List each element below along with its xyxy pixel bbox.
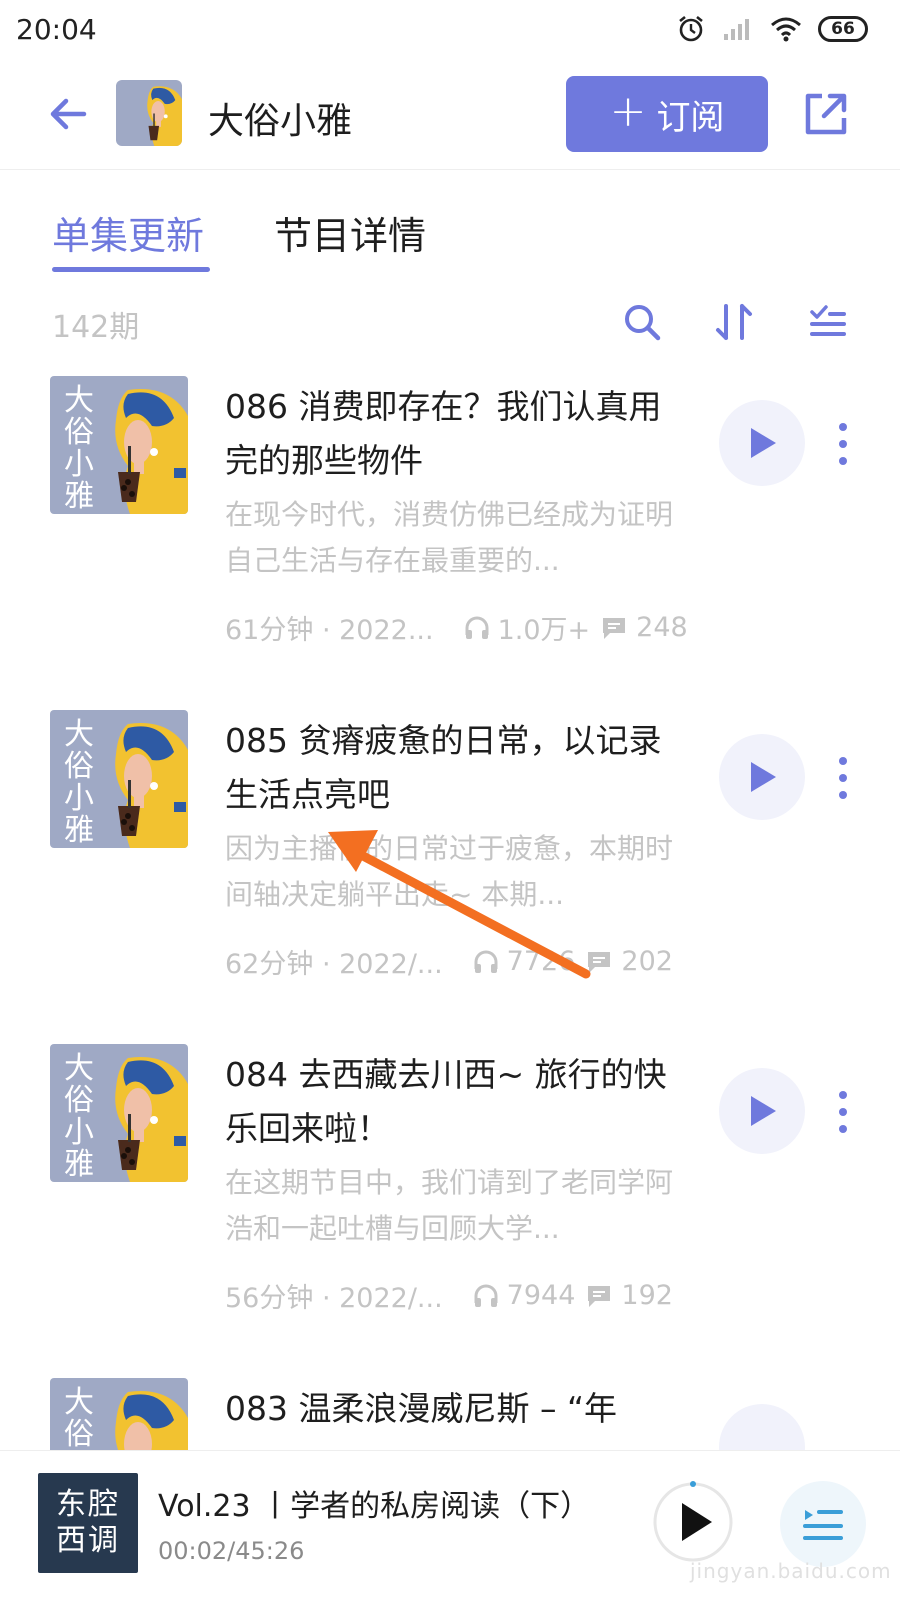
svg-text:小: 小 — [64, 1115, 94, 1150]
svg-text:小: 小 — [64, 781, 94, 816]
episode-title: 085 贫瘠疲惫的日常，以记录生活点亮吧 — [225, 721, 662, 814]
comment-icon — [588, 951, 611, 973]
battery-icon: 66 — [818, 16, 868, 42]
playlist-button[interactable] — [780, 1481, 866, 1567]
headphones-icon — [474, 950, 498, 973]
episode-comments: 248 — [636, 612, 688, 643]
play-icon — [751, 428, 776, 458]
svg-text:雅: 雅 — [64, 813, 94, 848]
status-icons: 66 — [676, 14, 868, 44]
episode-meta: 62分钟 · 2022/... 7726 202 — [225, 942, 695, 981]
episode-row[interactable]: 大 俗 083 温柔浪漫威尼斯 – “年 — [0, 1378, 900, 1450]
back-arrow-icon[interactable] — [44, 90, 92, 138]
episode-title: 083 温柔浪漫威尼斯 – “年 — [225, 1389, 618, 1428]
play-button[interactable] — [719, 1404, 805, 1450]
comment-icon — [588, 1285, 611, 1307]
mini-player-time: 00:02/45:26 — [158, 1537, 305, 1565]
tab-episodes[interactable]: 单集更新 — [52, 205, 204, 260]
tab-details[interactable]: 节目详情 — [274, 205, 426, 260]
play-button[interactable] — [719, 400, 805, 486]
episode-description: 在这期节目中，我们请到了老同学阿浩和一起吐槽与回顾大学... — [225, 1166, 674, 1245]
more-options-icon[interactable] — [836, 422, 850, 466]
play-icon — [751, 762, 776, 792]
episode-count: 142期 — [52, 310, 140, 345]
search-icon[interactable] — [620, 300, 664, 344]
playlist-icon — [803, 1510, 843, 1540]
battery-level: 66 — [831, 19, 855, 39]
share-icon[interactable] — [800, 88, 852, 140]
episode-description: 在现今时代，消费仿佛已经成为证明自己生活与存在最重要的... — [225, 498, 674, 577]
svg-text:大: 大 — [64, 383, 94, 418]
play-button[interactable] — [719, 734, 805, 820]
episode-comments: 192 — [621, 1280, 673, 1311]
watermark-text: jingyan.baidu.com — [690, 1559, 892, 1583]
episode-duration-date: 56分钟 · 2022/... — [225, 1283, 443, 1314]
plus-icon: + — [609, 86, 647, 137]
play-button[interactable] — [719, 1068, 805, 1154]
svg-text:雅: 雅 — [64, 1147, 94, 1182]
signal-icon — [724, 19, 749, 40]
svg-text:俗: 俗 — [64, 1083, 94, 1118]
svg-text:大: 大 — [64, 1051, 94, 1086]
podcast-title: 大俗小雅 — [208, 101, 353, 142]
headphones-icon — [465, 616, 489, 639]
more-options-icon[interactable] — [836, 1090, 850, 1134]
episode-description: 因为主播们的日常过于疲惫，本期时间轴决定躺平出走~ 本期... — [225, 832, 674, 911]
wifi-icon — [771, 17, 801, 42]
svg-text:小: 小 — [64, 447, 94, 482]
play-icon — [751, 1096, 776, 1126]
mini-player[interactable]: 东腔 西调 Vol.23 丨学者的私房阅读（下） 00:02/45:26 jin… — [0, 1450, 900, 1600]
svg-text:大: 大 — [64, 717, 94, 752]
svg-text:俗: 俗 — [64, 415, 94, 450]
more-options-icon[interactable] — [836, 756, 850, 800]
mini-play-button[interactable] — [650, 1479, 736, 1565]
filter-icon[interactable] — [806, 300, 850, 344]
episode-meta: 61分钟 · 2022... 1.0万+ 248 — [225, 608, 695, 647]
svg-text:雅: 雅 — [64, 479, 94, 514]
header: 大俗小雅 + 订阅 — [0, 62, 900, 170]
episode-duration-date: 62分钟 · 2022/... — [225, 949, 443, 980]
episode-row[interactable]: 大 俗 小 雅 086 消费即存在？我们认真用完的那些物件 在现今时代，消费仿佛… — [0, 376, 900, 706]
alarm-icon — [679, 15, 703, 42]
episode-row[interactable]: 大 俗 小 雅 085 贫瘠疲惫的日常，以记录生活点亮吧 因为主播们的日常过于疲… — [0, 710, 900, 1040]
status-time: 20:04 — [16, 13, 97, 46]
episode-cover: 大 俗 小 雅 — [50, 1044, 188, 1182]
status-bar: 20:04 66 — [0, 0, 900, 62]
episode-plays: 7726 — [506, 946, 576, 977]
headphones-icon — [474, 1284, 498, 1307]
episode-cover: 大 俗 — [50, 1378, 188, 1450]
subscribe-button[interactable]: + 订阅 — [566, 76, 768, 152]
subscribe-label: 订阅 — [656, 97, 725, 138]
episode-comments: 202 — [621, 946, 673, 977]
svg-text:大: 大 — [64, 1385, 94, 1420]
episode-duration-date: 61分钟 · 2022... — [225, 615, 434, 646]
mini-player-cover: 东腔 西调 — [38, 1473, 138, 1573]
episode-plays: 1.0万+ — [497, 615, 591, 646]
svg-text:俗: 俗 — [64, 1417, 94, 1450]
episode-cover: 大 俗 小 雅 — [50, 710, 188, 848]
tab-bar: 单集更新 节目详情 — [0, 205, 900, 275]
podcast-logo — [116, 80, 182, 146]
episode-meta: 56分钟 · 2022/... 7944 192 — [225, 1276, 695, 1315]
tab-active-indicator — [52, 267, 210, 272]
episode-cover: 大 俗 小 雅 — [50, 376, 188, 514]
sort-icon[interactable] — [712, 300, 756, 344]
episode-row[interactable]: 大 俗 小 雅 084 去西藏去川西~ 旅行的快乐回来啦！ 在这期节目中，我们请… — [0, 1044, 900, 1374]
episode-toolbar: 142期 — [0, 296, 900, 348]
svg-text:俗: 俗 — [64, 749, 94, 784]
episode-title: 086 消费即存在？我们认真用完的那些物件 — [225, 387, 662, 480]
episode-plays: 7944 — [506, 1280, 576, 1311]
comment-icon — [603, 617, 626, 639]
episode-title: 084 去西藏去川西~ 旅行的快乐回来啦！ — [225, 1055, 667, 1148]
mini-player-title: Vol.23 丨学者的私房阅读（下） — [158, 1489, 591, 1524]
